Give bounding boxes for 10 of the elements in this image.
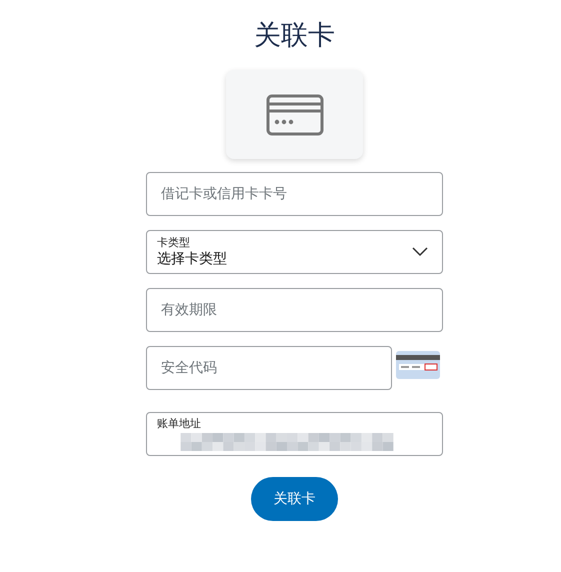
credit-card-icon [266,94,324,136]
page-title: 关联卡 [254,19,335,53]
card-type-dropdown[interactable]: 卡类型 选择卡类型 [146,230,443,274]
input-field[interactable]: 有效期限 [146,288,443,332]
input-field[interactable]: 安全代码 [146,346,392,390]
input-field[interactable]: 借记卡或信用卡卡号 [146,172,443,216]
billing-address-field[interactable]: 账单地址 [146,412,443,456]
card-back-icon [396,351,440,379]
chevron-down-icon [412,247,428,257]
link-card-button[interactable]: 关联卡 [251,477,338,521]
